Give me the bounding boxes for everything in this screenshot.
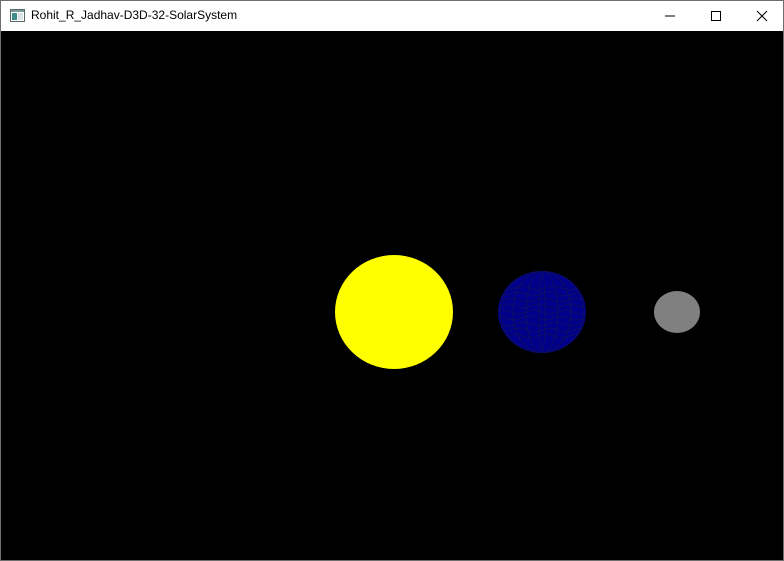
maximize-icon (711, 11, 721, 21)
solar-system-scene (335, 255, 700, 369)
maximize-button[interactable] (693, 1, 739, 31)
moon-sphere (654, 291, 700, 333)
render-viewport[interactable] (1, 31, 783, 560)
minimize-button[interactable] (647, 1, 693, 31)
close-icon (756, 10, 768, 22)
minimize-icon (665, 15, 675, 17)
window-title: Rohit_R_Jadhav-D3D-32-SolarSystem (31, 8, 238, 22)
sun-sphere (335, 255, 453, 369)
window-app-icon[interactable] (10, 9, 25, 22)
close-button[interactable] (739, 1, 784, 31)
title-bar[interactable]: Rohit_R_Jadhav-D3D-32-SolarSystem (1, 1, 783, 31)
app-window: Rohit_R_Jadhav-D3D-32-SolarSystem (0, 0, 784, 561)
earth-sphere (498, 271, 586, 353)
